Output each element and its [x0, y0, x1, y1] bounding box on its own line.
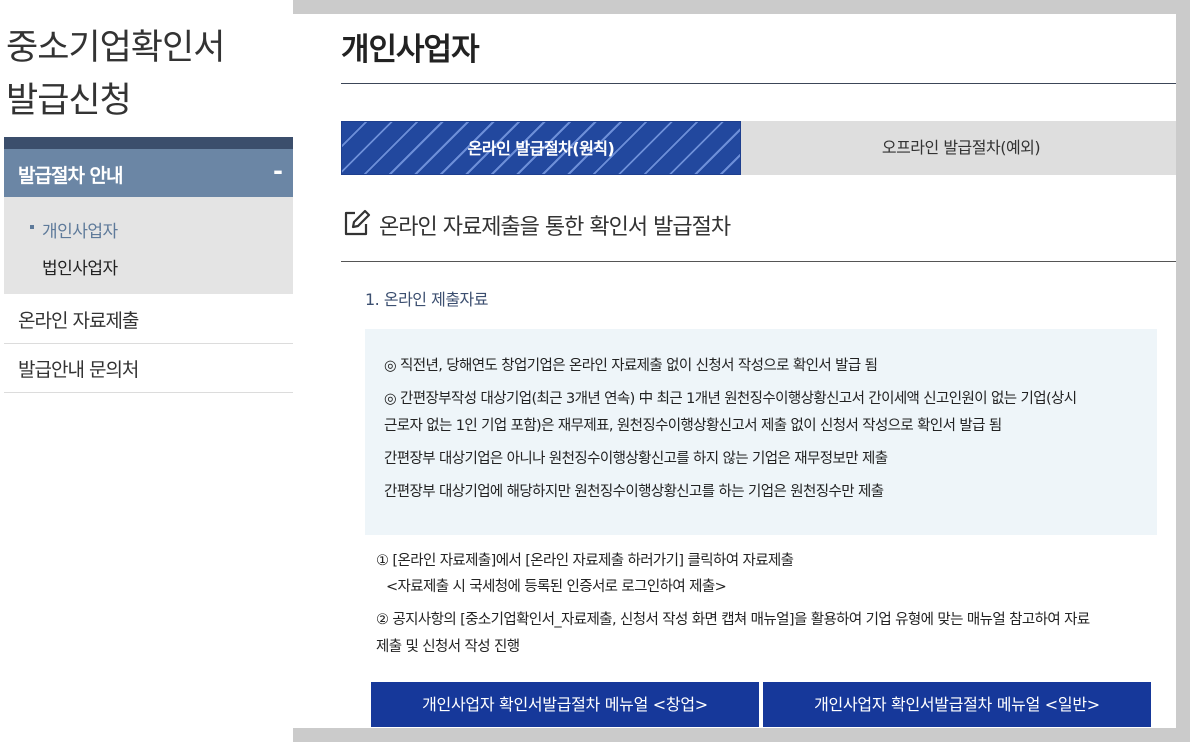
- sidebar: 중소기업확인서 발급신청 발급절차 안내 - 개인사업자 법인사업자 온라인 자…: [0, 0, 293, 742]
- edit-icon: [341, 208, 371, 242]
- sidebar-item-corporate[interactable]: 법인사업자: [42, 254, 118, 279]
- step-title: 1. 온라인 제출자료: [365, 290, 488, 309]
- info-box: ◎ 직전년, 당해연도 창업기업은 온라인 자료제출 없이 신청서 작성으로 확…: [365, 329, 1157, 535]
- section-divider: [341, 261, 1181, 262]
- tab-offline-procedure[interactable]: 오프라인 발급절차(예외): [741, 121, 1181, 175]
- info-line: 간편장부 대상기업에 해당하지만 원천징수이행상황신고를 하는 기업은 원천징수…: [384, 484, 884, 500]
- sidebar-item-individual[interactable]: 개인사업자: [30, 217, 118, 242]
- tab-online-procedure[interactable]: 온라인 발급절차(원칙): [341, 121, 741, 175]
- sidebar-title: 중소기업확인서 발급신청: [6, 22, 225, 128]
- sidebar-item-online-submit[interactable]: 온라인 자료제출: [4, 295, 293, 344]
- page-title: 개인사업자: [341, 32, 480, 68]
- sidebar-submenu: 개인사업자 법인사업자: [4, 197, 293, 294]
- info-line: ◎ 직전년, 당해연도 창업기업은 온라인 자료제출 없이 신청서 작성으로 확…: [384, 358, 878, 374]
- sidebar-section-header[interactable]: 발급절차 안내 -: [4, 149, 293, 197]
- step-instruction: ② 공지사항의 [중소기업확인서_자료제출, 신청서 작성 화면 캡쳐 매뉴얼]…: [376, 612, 1090, 628]
- sidebar-accent-bar: [4, 137, 293, 149]
- section-heading: 온라인 자료제출을 통한 확인서 발급절차: [341, 208, 731, 242]
- sidebar-link-label: 온라인 자료제출: [18, 310, 139, 332]
- sidebar-section-label: 발급절차 안내: [18, 165, 123, 187]
- info-line: 간편장부 대상기업은 아니나 원천징수이행상황신고를 하지 않는 기업은 재무정…: [384, 451, 888, 467]
- step-instruction: 제출 및 신청서 작성 진행: [376, 639, 520, 655]
- info-line: 근로자 없는 1인 기업 포함)은 재무제표, 원천징수이행상황신고서 제출 없…: [384, 418, 1002, 434]
- step-instruction-note: <자료제출 시 국세청에 등록된 인증서로 로그인하여 제출>: [386, 579, 727, 595]
- title-divider: [341, 83, 1181, 84]
- step-instruction: ① [온라인 자료제출]에서 [온라인 자료제출 하러가기] 클릭하여 자료제출: [376, 553, 794, 569]
- sidebar-title-line2: 발급신청: [6, 81, 132, 121]
- collapse-icon[interactable]: -: [273, 157, 283, 185]
- manual-general-button[interactable]: 개인사업자 확인서발급절차 메뉴얼 <일반>: [763, 682, 1151, 727]
- sidebar-item-contact[interactable]: 발급안내 문의처: [4, 344, 293, 393]
- section-heading-text: 온라인 자료제출을 통한 확인서 발급절차: [379, 215, 731, 240]
- sidebar-link-label: 발급안내 문의처: [18, 359, 139, 381]
- scrollbar-gutter: [1176, 0, 1190, 742]
- info-line: ◎ 간편장부작성 대상기업(최근 3개년 연속) 中 최근 1개년 원천징수이행…: [384, 391, 1077, 407]
- sidebar-title-line1: 중소기업확인서: [6, 28, 225, 68]
- manual-startup-button[interactable]: 개인사업자 확인서발급절차 메뉴얼 <창업>: [371, 682, 759, 727]
